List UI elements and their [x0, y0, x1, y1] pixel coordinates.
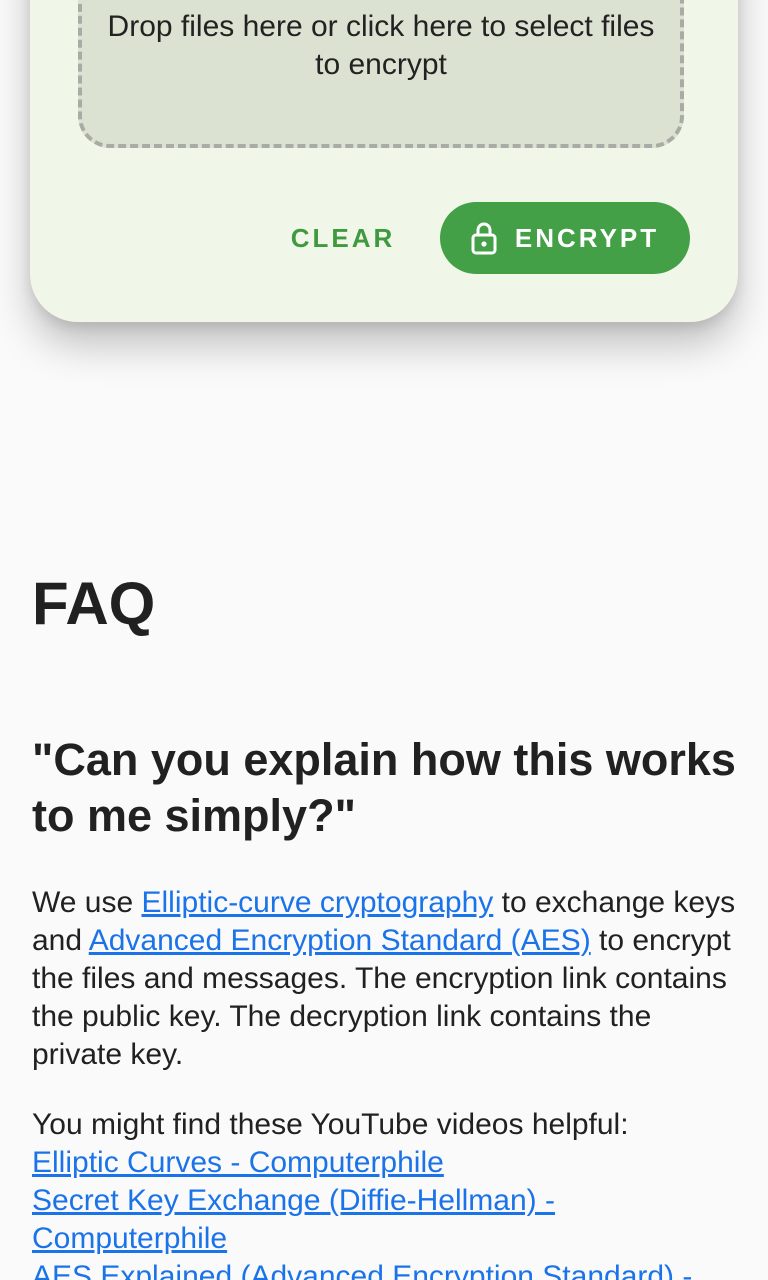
page: Drop files here or click here to select … [0, 0, 768, 1280]
faq-question: "Can you explain how this works to me si… [32, 734, 736, 841]
encrypt-button[interactable]: ENCRYPT [440, 202, 690, 274]
answer-text: We use [32, 886, 142, 919]
faq-title: FAQ [32, 570, 156, 637]
aes-link[interactable]: Advanced Encryption Standard (AES) [89, 924, 591, 957]
video-link-aes[interactable]: AES Explained (Advanced Encryption Stand… [32, 1258, 738, 1280]
file-dropzone[interactable]: Drop files here or click here to select … [78, 0, 684, 148]
dropzone-text: Drop files here or click here to select … [107, 10, 655, 81]
videos-intro: You might find these YouTube videos help… [32, 1108, 629, 1141]
ecc-link[interactable]: Elliptic-curve cryptography [142, 886, 494, 919]
faq-answer: We use Elliptic-curve cryptography to ex… [32, 884, 738, 1074]
video-link-key-exchange[interactable]: Secret Key Exchange (Diffie-Hellman) - C… [32, 1182, 738, 1258]
video-link-elliptic-curves[interactable]: Elliptic Curves - Computerphile [32, 1144, 738, 1182]
lock-icon [471, 222, 497, 255]
encrypt-card: Drop files here or click here to select … [30, 0, 738, 322]
clear-button[interactable]: CLEAR [280, 204, 406, 272]
encrypt-button-label: ENCRYPT [514, 222, 660, 253]
video-list: You might find these YouTube videos help… [32, 1106, 738, 1280]
